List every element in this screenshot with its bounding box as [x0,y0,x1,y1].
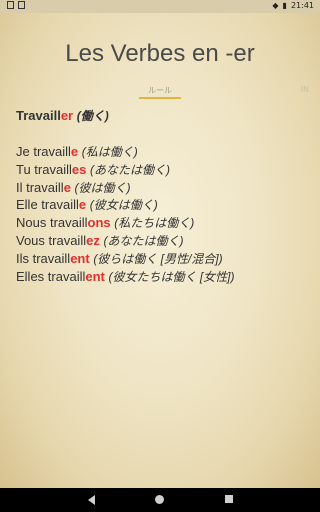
wifi-icon: ◆ [272,1,279,10]
tab-bar: ルール IN [0,85,320,101]
conjugation-row: Vous travaillez (あなたは働く) [16,232,308,250]
conjugation-translation: (私は働く) [81,145,138,159]
status-icons-right: ◆ ▮ 21:41 [272,1,314,10]
conjugation-ending: ons [87,215,111,231]
notification-icon [18,1,25,9]
conjugation-translation: (彼らは働く [男性/混合]) [93,251,223,266]
conjugation-stem: Tu travaill [16,161,72,177]
conjugation-stem: Elle travaill [16,197,79,213]
app-screen: Les Verbes en -er ルール IN Travailler (働く)… [0,13,320,488]
verb-stem: Travaill [16,108,61,123]
conjugation-ending: ent [70,250,90,266]
home-icon[interactable] [155,495,164,504]
tab-rules[interactable]: ルール [139,85,181,96]
conjugation-row: Ils travaillent (彼らは働く [男性/混合]) [16,250,308,268]
verb-translation: (働く) [76,109,109,123]
conjugation-stem: Vous travaill [16,232,87,248]
conjugation-translation: (あなたは働く) [103,233,184,248]
conjugation-row: Je travaille (私は働く) [16,143,308,161]
conjugation-stem: Ils travaill [16,250,71,266]
conjugation-row: Elle travaille (彼女は働く) [16,196,308,214]
conjugation-translation: (あなたは働く) [89,162,170,177]
conjugation-ending: e [63,179,71,195]
conjugation-translation: (私たちは働く) [114,216,195,231]
notification-icon [7,1,14,9]
battery-icon: ▮ [282,1,287,10]
status-icons-left [7,1,25,9]
verb-heading: Travailler (働く) [16,107,308,125]
conjugation-ending: e [78,197,87,213]
conjugation-translation: (彼女は働く) [89,198,158,213]
page-title: Les Verbes en -er [65,40,255,67]
conjugation-stem: Il travaill [16,179,64,195]
conjugation-ending: es [71,161,87,177]
conjugation-translation: (彼は働く) [74,180,131,195]
status-bar: ◆ ▮ 21:41 [0,0,320,13]
conjugation-row: Tu travailles (あなたは働く) [16,161,308,179]
recents-icon[interactable] [225,495,233,503]
conjugation-translation: (彼女たちは働く [女性]) [108,269,235,284]
conjugation-row: Nous travaillons (私たちは働く) [16,214,308,232]
navigation-bar [0,488,320,512]
conjugation-list: Travailler (働く) Je travaille (私は働く) Tu t… [16,107,308,285]
conjugation-stem: Je travaill [16,144,71,159]
conjugation-stem: Nous travaill [16,215,88,231]
conjugation-ending: ez [86,232,100,248]
conjugation-row: Elles travaillent (彼女たちは働く [女性]) [16,268,308,286]
conjugation-ending: ent [85,268,105,284]
conjugation-row: Il travaille (彼は働く) [16,179,308,197]
verb-ending: er [60,108,74,123]
status-time: 21:41 [290,1,314,10]
back-icon[interactable] [88,495,95,505]
conjugation-ending: e [70,144,79,159]
conjugation-stem: Elles travaill [16,268,86,284]
tab-active-indicator [139,97,181,99]
tab-next[interactable]: IN [301,85,309,94]
